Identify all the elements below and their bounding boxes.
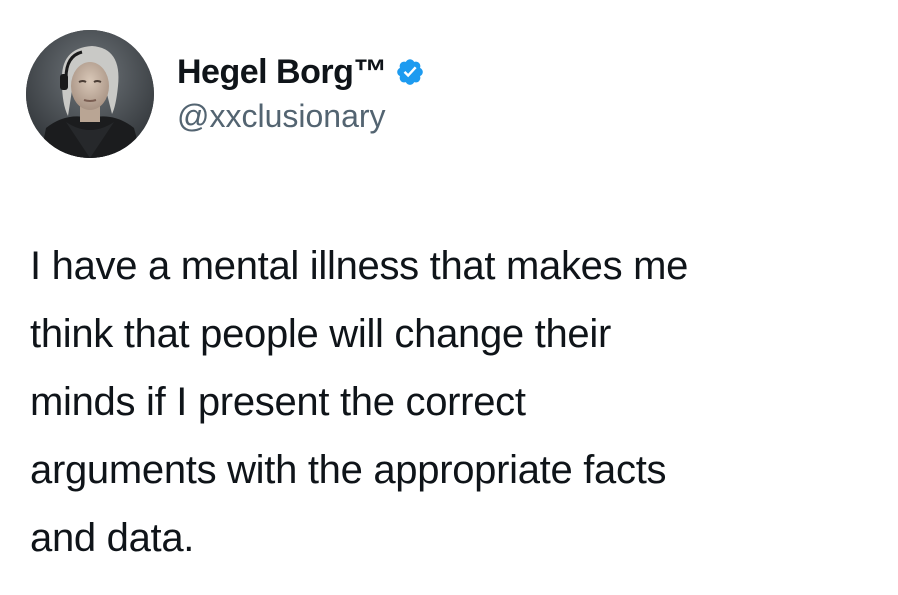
verified-badge-icon: [395, 57, 425, 87]
avatar-image: [26, 30, 154, 158]
author-name-row: Hegel Borg™: [177, 52, 425, 92]
author-display-name[interactable]: Hegel Borg™: [177, 53, 387, 92]
tweet-text-line: think that people will change their: [30, 312, 611, 356]
tweet-text: I have a mental illness that makes me th…: [30, 232, 870, 572]
avatar[interactable]: [26, 30, 154, 158]
tweet-text-line: minds if I present the correct: [30, 380, 526, 424]
author-handle[interactable]: @xxclusionary: [177, 98, 386, 135]
tweet-text-line: arguments with the appropriate facts: [30, 448, 667, 492]
tweet-text-line: and data.: [30, 516, 195, 560]
tweet-card: Hegel Borg™ @xxclusionary I have a menta…: [0, 0, 898, 595]
tweet-text-line: I have a mental illness that makes me: [30, 244, 689, 288]
